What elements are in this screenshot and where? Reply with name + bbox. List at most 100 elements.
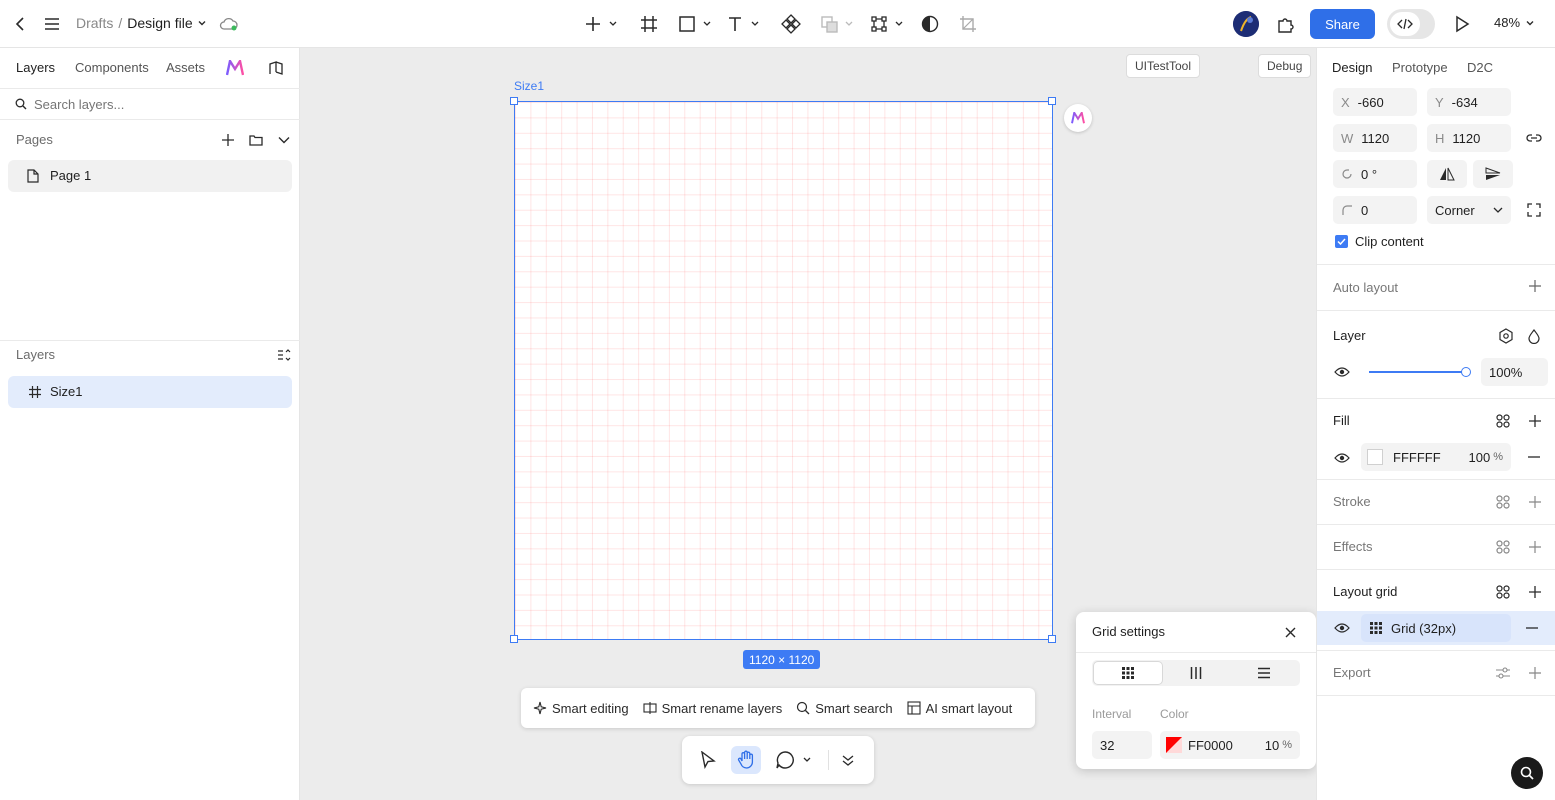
tab-layers[interactable]: Layers bbox=[16, 60, 55, 75]
layer-opacity-slider[interactable] bbox=[1369, 366, 1471, 378]
flip-vertical-button[interactable] bbox=[1473, 160, 1513, 188]
remove-fill-icon[interactable] bbox=[1527, 450, 1541, 464]
grid-settings-trigger[interactable]: Grid (32px) bbox=[1361, 614, 1511, 642]
grid-type-columns[interactable] bbox=[1162, 662, 1230, 684]
smart-editing-button[interactable]: Smart editing bbox=[533, 701, 629, 716]
y-input[interactable]: Y -634 bbox=[1427, 88, 1511, 116]
page-item-page-1[interactable]: Page 1 bbox=[8, 160, 292, 192]
rotation-input[interactable]: 0 ° bbox=[1333, 160, 1417, 188]
play-icon[interactable] bbox=[1451, 13, 1473, 35]
y-label: Y bbox=[1435, 94, 1444, 110]
x-input[interactable]: X -660 bbox=[1333, 88, 1417, 116]
rotation-icon bbox=[1342, 169, 1352, 179]
layout-grid-row[interactable]: Grid (32px) bbox=[1317, 611, 1555, 645]
library-icon[interactable] bbox=[266, 58, 286, 78]
collapse-pages-icon[interactable] bbox=[276, 132, 292, 148]
hand-tool-icon[interactable] bbox=[731, 746, 761, 774]
tab-prototype[interactable]: Prototype bbox=[1392, 60, 1448, 75]
file-name[interactable]: Design file bbox=[127, 15, 192, 31]
crop-icon[interactable] bbox=[957, 13, 979, 35]
fill-color-input[interactable]: FFFFFF 100 % bbox=[1361, 443, 1511, 471]
smart-rename-button[interactable]: Smart rename layers bbox=[643, 701, 782, 716]
eye-icon[interactable] bbox=[1333, 450, 1351, 466]
grid-type-rows[interactable] bbox=[1230, 662, 1298, 684]
clip-content-checkbox[interactable] bbox=[1335, 235, 1348, 248]
drop-icon[interactable] bbox=[1525, 327, 1543, 345]
avatar[interactable] bbox=[1233, 11, 1259, 37]
tab-components[interactable]: Components bbox=[75, 60, 149, 75]
close-icon[interactable] bbox=[1281, 623, 1299, 641]
expand-toolbar-icon[interactable] bbox=[836, 748, 860, 772]
remove-grid-icon[interactable] bbox=[1525, 621, 1539, 635]
styles-icon[interactable] bbox=[1495, 539, 1511, 555]
contrast-icon[interactable] bbox=[919, 13, 941, 35]
independent-corners-icon[interactable] bbox=[1525, 201, 1543, 219]
back-icon[interactable] bbox=[10, 14, 30, 34]
menu-icon[interactable] bbox=[42, 14, 62, 34]
breadcrumb-drafts[interactable]: Drafts bbox=[76, 15, 113, 31]
frame-size1[interactable] bbox=[514, 101, 1053, 640]
ai-plugin-icon[interactable] bbox=[225, 58, 245, 78]
component-icon[interactable] bbox=[780, 13, 802, 35]
styles-icon[interactable] bbox=[1495, 584, 1511, 600]
frame-icon[interactable] bbox=[638, 13, 660, 35]
tab-assets[interactable]: Assets bbox=[166, 60, 205, 75]
tab-d2c[interactable]: D2C bbox=[1467, 60, 1493, 75]
slider-handle[interactable] bbox=[1461, 367, 1471, 377]
dev-mode-toggle[interactable] bbox=[1387, 9, 1435, 39]
comment-tool-button[interactable] bbox=[774, 748, 816, 772]
help-search-button[interactable] bbox=[1511, 757, 1543, 789]
resize-handle-tr[interactable] bbox=[1048, 97, 1056, 105]
export-settings-icon[interactable] bbox=[1495, 665, 1511, 681]
flip-horizontal-button[interactable] bbox=[1427, 160, 1467, 188]
resize-handle-br[interactable] bbox=[1048, 635, 1056, 643]
add-auto-layout-icon[interactable] bbox=[1528, 279, 1542, 293]
right-panel: Design Prototype D2C X -660 Y -634 W 112… bbox=[1316, 48, 1555, 800]
add-fill-icon[interactable] bbox=[1528, 414, 1542, 428]
add-stroke-icon[interactable] bbox=[1528, 495, 1542, 509]
layer-opacity-input[interactable]: 100% bbox=[1481, 358, 1548, 386]
add-export-icon[interactable] bbox=[1528, 666, 1542, 680]
corner-type-select[interactable]: Corner bbox=[1427, 196, 1511, 224]
move-tool-icon[interactable] bbox=[696, 748, 720, 772]
height-input[interactable]: H 1120 bbox=[1427, 124, 1511, 152]
uitesttool-button[interactable]: UITestTool bbox=[1126, 54, 1201, 78]
frame-name-label[interactable]: Size1 bbox=[514, 79, 544, 93]
styles-icon[interactable] bbox=[1495, 413, 1511, 429]
color-swatch[interactable] bbox=[1166, 737, 1182, 753]
blend-mode-icon[interactable] bbox=[1497, 327, 1515, 345]
plugin-icon[interactable] bbox=[1275, 13, 1297, 35]
text-tool-button[interactable] bbox=[724, 13, 764, 35]
smart-search-button[interactable]: Smart search bbox=[796, 701, 893, 716]
chevron-down-icon[interactable] bbox=[198, 19, 206, 27]
share-button[interactable]: Share bbox=[1310, 9, 1375, 39]
ai-smart-layout-button[interactable]: AI smart layout bbox=[907, 701, 1012, 716]
styles-icon[interactable] bbox=[1495, 494, 1511, 510]
add-page-icon[interactable] bbox=[220, 132, 236, 148]
width-input[interactable]: W 1120 bbox=[1333, 124, 1417, 152]
insert-tool-button[interactable] bbox=[582, 13, 622, 35]
rectangle-tool-button[interactable] bbox=[676, 13, 716, 35]
search-layers-input[interactable] bbox=[34, 95, 284, 113]
tab-design[interactable]: Design bbox=[1332, 60, 1372, 75]
ai-assistant-icon[interactable] bbox=[1064, 104, 1092, 132]
pen-tool-button[interactable] bbox=[868, 13, 908, 35]
debug-button[interactable]: Debug bbox=[1258, 54, 1312, 78]
boolean-tool-button[interactable] bbox=[818, 13, 858, 35]
eye-icon[interactable] bbox=[1333, 364, 1351, 380]
layer-options-icon[interactable] bbox=[276, 347, 292, 363]
resize-handle-bl[interactable] bbox=[510, 635, 518, 643]
layer-item-size1[interactable]: Size1 bbox=[8, 376, 292, 408]
resize-handle-tl[interactable] bbox=[510, 97, 518, 105]
add-effect-icon[interactable] bbox=[1528, 540, 1542, 554]
zoom-control[interactable]: 48% bbox=[1494, 15, 1534, 30]
add-layout-grid-icon[interactable] bbox=[1528, 585, 1542, 599]
folder-icon[interactable] bbox=[248, 132, 264, 148]
grid-color-input[interactable]: FF0000 10 % bbox=[1160, 731, 1300, 759]
constrain-proportions-icon[interactable] bbox=[1525, 129, 1543, 147]
grid-type-grid[interactable] bbox=[1094, 662, 1162, 684]
corner-radius-input[interactable]: 0 bbox=[1333, 196, 1417, 224]
eye-icon[interactable] bbox=[1333, 620, 1351, 636]
interval-input[interactable]: 32 bbox=[1092, 731, 1152, 759]
fill-color-swatch[interactable] bbox=[1367, 449, 1383, 465]
